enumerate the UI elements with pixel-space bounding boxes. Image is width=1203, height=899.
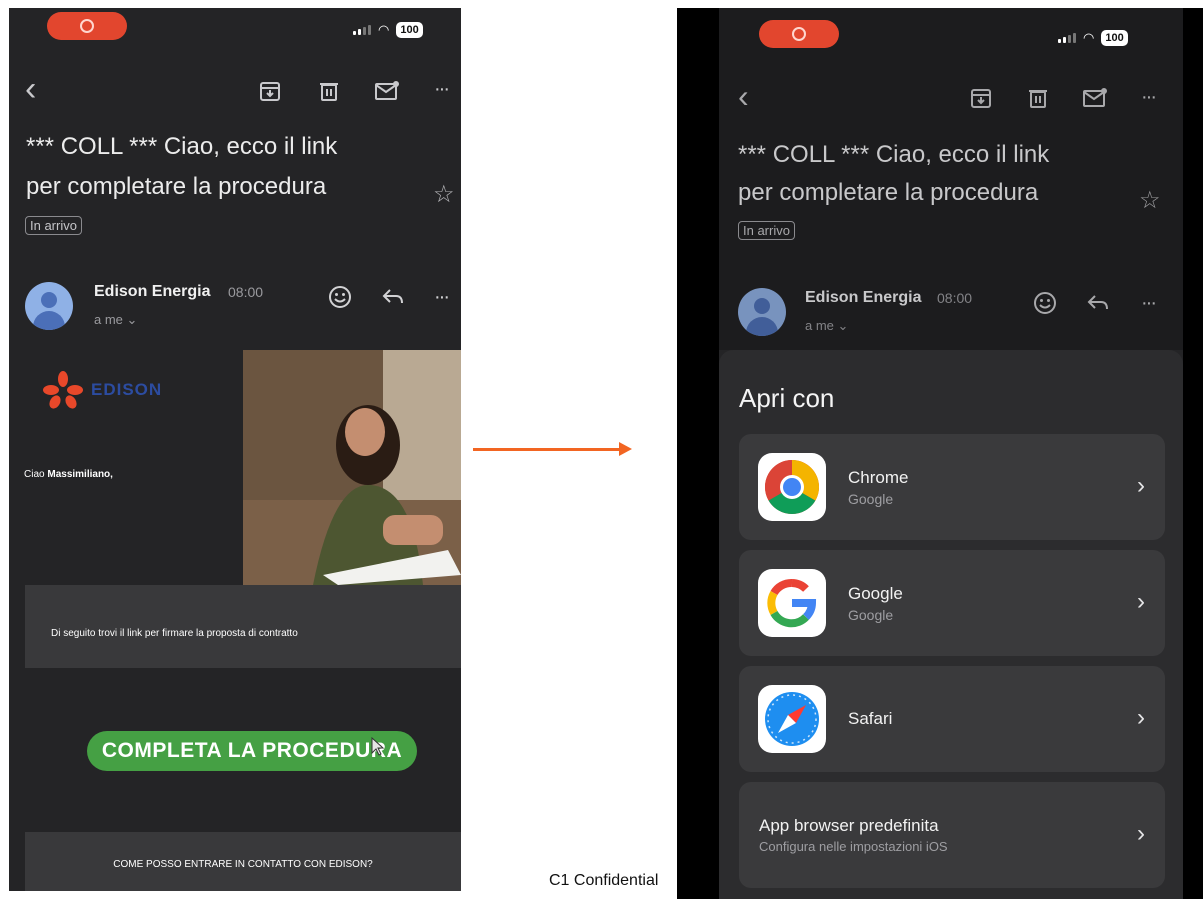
mouse-cursor-icon: [371, 737, 385, 756]
option-subtitle: Google: [848, 607, 894, 623]
google-icon: [758, 569, 826, 637]
sheet-title: Apri con: [739, 383, 835, 413]
email-time: 08:00: [228, 284, 264, 300]
label-badge[interactable]: In arrivo: [25, 216, 82, 235]
emoji-reaction-icon[interactable]: [1032, 290, 1058, 316]
option-google[interactable]: Google Google ›: [739, 550, 1165, 656]
edison-logo: EDISON: [41, 370, 162, 410]
more-icon[interactable]: ···: [434, 78, 450, 101]
emoji-reaction-icon[interactable]: [327, 284, 353, 310]
confidential-footer: C1 Confidential: [549, 872, 659, 889]
more-icon[interactable]: ···: [1141, 86, 1157, 109]
back-icon[interactable]: ‹: [25, 70, 36, 109]
sender-name: Edison Energia: [805, 289, 922, 306]
left-phone-screen: ◠ 100 ‹ ··· *** COLL *** Ciao, ecco il l…: [9, 8, 461, 891]
screen-recording-indicator[interactable]: [759, 20, 839, 48]
battery-indicator: 100: [396, 22, 423, 38]
option-chrome[interactable]: Chrome Google ›: [739, 434, 1165, 540]
email-subject-line-2: per completare la procedura: [26, 173, 327, 200]
reply-icon[interactable]: [381, 287, 405, 307]
wifi-icon: ◠: [378, 22, 390, 37]
right-phone-frame: ◠ 100 ‹ ··· *** COLL *** Ciao, ecco il l…: [677, 8, 1203, 899]
chevron-right-icon: ›: [1137, 820, 1145, 847]
signal-icon: [1058, 33, 1076, 43]
back-icon[interactable]: ‹: [738, 78, 749, 115]
recipient-toggle[interactable]: a me ⌄: [805, 318, 848, 334]
open-with-sheet: Apri con Chrome Google › Google Google ›…: [719, 350, 1183, 899]
message-box: Di seguito trovi il link per firmare la …: [25, 585, 461, 668]
trash-icon[interactable]: [1027, 87, 1049, 109]
email-subject-line-1: *** COLL *** Ciao, ecco il link: [26, 133, 338, 160]
option-name: Safari: [848, 709, 893, 728]
woman-writing-illustration: [243, 350, 461, 585]
option-subtitle: Configura nelle impostazioni iOS: [759, 839, 948, 854]
option-name: App browser predefinita: [759, 816, 939, 835]
signal-icon: [353, 25, 371, 35]
arrow-head-icon: [619, 442, 632, 456]
sender-name: Edison Energia: [94, 283, 211, 300]
option-default-browser[interactable]: App browser predefinita Configura nelle …: [739, 782, 1165, 888]
record-dot-icon: [792, 27, 806, 41]
status-bar: ◠ 100: [1058, 30, 1128, 46]
chevron-right-icon: ›: [1137, 588, 1145, 615]
promo-photo: [243, 350, 461, 585]
archive-icon[interactable]: [970, 87, 992, 109]
email-subject-line-1: *** COLL *** Ciao, ecco il link: [738, 141, 1050, 168]
edison-flower-icon: [43, 371, 83, 409]
star-icon[interactable]: ☆: [433, 180, 455, 209]
wifi-icon: ◠: [1083, 30, 1095, 45]
chevron-right-icon: ›: [1137, 472, 1145, 499]
mail-unread-icon[interactable]: [374, 80, 400, 102]
archive-icon[interactable]: [259, 80, 281, 102]
label-badge[interactable]: In arrivo: [738, 221, 795, 240]
option-name: Google: [848, 584, 903, 603]
right-phone-screen: ◠ 100 ‹ ··· *** COLL *** Ciao, ecco il l…: [719, 8, 1183, 899]
battery-indicator: 100: [1101, 30, 1128, 46]
complete-procedure-button[interactable]: COMPLETA LA PROCEDURA: [87, 731, 417, 771]
recipient-toggle[interactable]: a me ⌄: [94, 312, 137, 328]
star-icon[interactable]: ☆: [1139, 186, 1161, 215]
contact-box: COME POSSO ENTRARE IN CONTATTO CON EDISO…: [25, 832, 461, 891]
email-subject-line-2: per completare la procedura: [738, 179, 1039, 206]
sender-avatar[interactable]: [25, 282, 73, 330]
trash-icon[interactable]: [318, 80, 340, 102]
chrome-icon: [758, 453, 826, 521]
option-subtitle: Google: [848, 491, 894, 507]
status-bar: ◠ 100: [353, 22, 423, 38]
message-more-icon[interactable]: ···: [1141, 292, 1157, 315]
transition-arrow: [473, 448, 621, 451]
message-text: Di seguito trovi il link per firmare la …: [51, 628, 298, 639]
greeting: Ciao Massimiliano,: [24, 469, 113, 480]
edison-logo-text: EDISON: [91, 380, 163, 399]
option-safari[interactable]: Safari ›: [739, 666, 1165, 772]
option-name: Chrome: [848, 468, 909, 487]
sender-avatar[interactable]: [738, 288, 786, 336]
safari-icon: [758, 685, 826, 753]
message-more-icon[interactable]: ···: [434, 286, 450, 309]
mail-unread-icon[interactable]: [1082, 87, 1108, 109]
contact-heading[interactable]: COME POSSO ENTRARE IN CONTATTO CON EDISO…: [25, 859, 461, 870]
reply-icon[interactable]: [1086, 293, 1110, 313]
chevron-right-icon: ›: [1137, 704, 1145, 731]
screen-recording-indicator[interactable]: [47, 12, 127, 40]
record-dot-icon: [80, 19, 94, 33]
email-time: 08:00: [937, 290, 973, 306]
